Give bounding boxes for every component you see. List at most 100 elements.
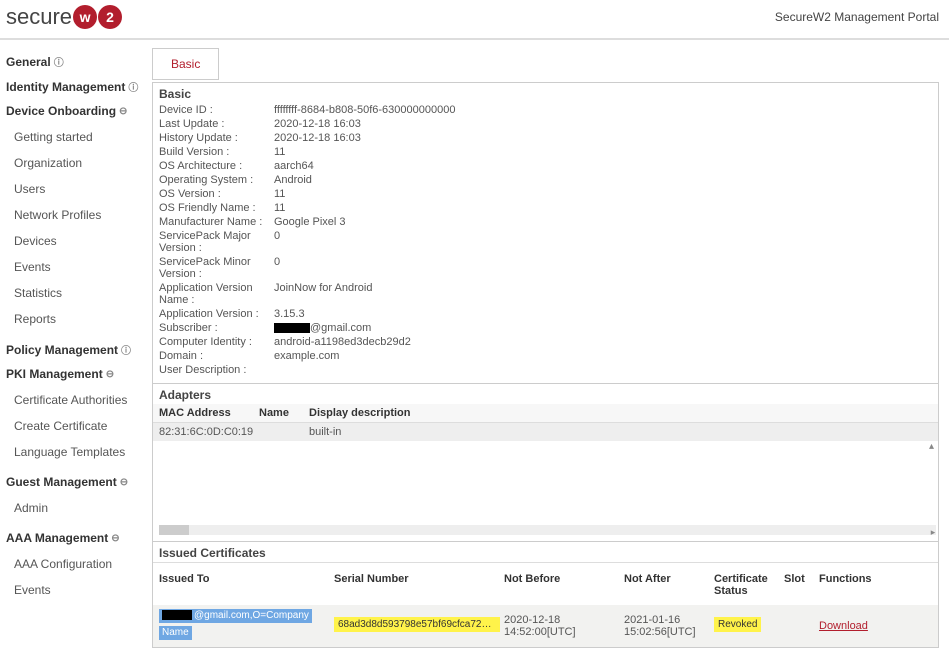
info-icon: ⓘ [54,54,64,69]
nav-cert-authorities[interactable]: Certificate Authorities [6,387,144,413]
appname-value: JoinNow for Android [274,282,932,306]
device-id-value: ffffffff-8684-b808-50f6-630000000000 [274,104,932,116]
basic-fields: Device ID :ffffffff-8684-b808-50f6-63000… [153,103,938,383]
logo-2-circle: 2 [98,5,122,29]
nav-onboarding[interactable]: Device Onboarding⊖ [6,104,144,118]
nav-aaa-label: AAA Management [6,531,108,545]
adapters-row[interactable]: 82:31:6C:0D:C0:19 built-in [153,423,938,441]
sub-label: Subscriber : [159,322,274,334]
nav-guest-label: Guest Management [6,475,117,489]
tab-row: Basic [152,48,939,80]
nav-aaa[interactable]: AAA Management⊖ [6,531,144,545]
arch-label: OS Architecture : [159,160,274,172]
nav-identity-label: Identity Management [6,80,125,94]
col-slot: Slot [784,573,819,597]
nav-create-cert[interactable]: Create Certificate [6,413,144,439]
udesc-value [274,364,932,376]
nbefore-value: 2020-12-18 14:52:00[UTC] [504,614,624,638]
basic-panel: Basic Device ID :ffffffff-8684-b808-50f6… [152,82,939,648]
logo-text: secure [6,4,72,30]
appname-label: Application Version Name : [159,282,274,306]
last-update-value: 2020-12-18 16:03 [274,118,932,130]
nav-statistics[interactable]: Statistics [6,280,144,306]
collapse-icon: ⊖ [111,533,119,544]
download-link[interactable]: Download [819,620,868,632]
tab-basic[interactable]: Basic [152,48,219,80]
scroll-right-icon[interactable]: ▸ [928,527,938,537]
disp-value: built-in [309,426,932,438]
horizontal-scrollbar[interactable] [159,525,936,535]
spmin-value: 0 [274,256,932,280]
nav-general-label: General [6,55,51,69]
info-icon: ⓘ [128,79,138,94]
nav-guest[interactable]: Guest Management⊖ [6,475,144,489]
main: Basic Basic Device ID :ffffffff-8684-b80… [150,40,949,648]
issued-text: @gmail.com,O=Company [194,610,309,621]
col-status: Certificate Status [714,573,784,597]
certs-row[interactable]: @gmail.com,O=Company Name 68ad3d8d593798… [153,605,938,647]
nav-pki[interactable]: PKI Management⊖ [6,367,144,381]
os-label: Operating System : [159,174,274,186]
build-label: Build Version : [159,146,274,158]
manu-label: Manufacturer Name : [159,216,274,228]
nav-users[interactable]: Users [6,176,144,202]
header: secure w 2 SecureW2 Management Portal [0,0,949,40]
col-name: Name [259,407,309,419]
adapters-table: MAC Address Name Display description 82:… [153,404,938,537]
nav-aaa-config[interactable]: AAA Configuration [6,551,144,577]
nav-general[interactable]: Generalⓘ [6,54,144,69]
spmin-label: ServicePack Minor Version : [159,256,274,280]
info-icon: ⓘ [121,342,131,357]
portal-title: SecureW2 Management Portal [775,10,939,24]
serial-value: 68ad3d8d593798e57bf69cfca727557c [334,617,504,635]
serial-highlight: 68ad3d8d593798e57bf69cfca727557c [334,617,500,632]
collapse-icon: ⊖ [120,477,128,488]
osver-label: OS Version : [159,188,274,200]
nav-devices[interactable]: Devices [6,228,144,254]
col-issued: Issued To [159,573,334,597]
scroll-up-icon[interactable]: ▴ [929,441,934,452]
col-serial: Serial Number [334,573,504,597]
udesc-label: User Description : [159,364,274,376]
col-nbefore: Not Before [504,573,624,597]
nav-admin[interactable]: Admin [6,495,144,521]
collapse-icon: ⊖ [106,369,114,380]
certs-header: Issued To Serial Number Not Before Not A… [153,562,938,605]
history-update-value: 2020-12-18 16:03 [274,132,932,144]
nafter-value: 2021-01-16 15:02:56[UTC] [624,614,714,638]
mac-value: 82:31:6C:0D:C0:19 [159,426,259,438]
col-mac: MAC Address [159,407,259,419]
issued-highlight2: Name [159,626,192,640]
scroll-thumb[interactable] [159,525,189,535]
nav-reports[interactable]: Reports [6,306,144,332]
arch-value: aarch64 [274,160,932,172]
device-id-label: Device ID : [159,104,274,116]
osfriendly-value: 11 [274,202,932,214]
nav-policy-label: Policy Management [6,343,118,357]
collapse-icon: ⊖ [119,106,127,117]
sidebar: Generalⓘ Identity Managementⓘ Device Onb… [0,40,150,648]
compid-value: android-a1198ed3decb29d2 [274,336,932,348]
status-value: Revoked [714,617,784,635]
osver-value: 11 [274,188,932,200]
nav-organization[interactable]: Organization [6,150,144,176]
logo-w-circle: w [73,5,97,29]
spmaj-label: ServicePack Major Version : [159,230,274,254]
adapters-scroll-area: ▴ ▸ [153,441,938,537]
nav-aaa-events[interactable]: Events [6,577,144,603]
nav-getting-started[interactable]: Getting started [6,124,144,150]
nav-pki-label: PKI Management [6,367,103,381]
redacted-icon [274,323,310,333]
last-update-label: Last Update : [159,118,274,130]
nav-events[interactable]: Events [6,254,144,280]
nav-network-profiles[interactable]: Network Profiles [6,202,144,228]
nav-policy[interactable]: Policy Managementⓘ [6,342,144,357]
nav-lang-templates[interactable]: Language Templates [6,439,144,465]
redacted-icon [162,610,192,620]
sub-suffix: @gmail.com [310,322,371,334]
col-nafter: Not After [624,573,714,597]
build-value: 11 [274,146,932,158]
issued-highlight: @gmail.com,O=Company [159,609,312,623]
appver-value: 3.15.3 [274,308,932,320]
nav-identity[interactable]: Identity Managementⓘ [6,79,144,94]
